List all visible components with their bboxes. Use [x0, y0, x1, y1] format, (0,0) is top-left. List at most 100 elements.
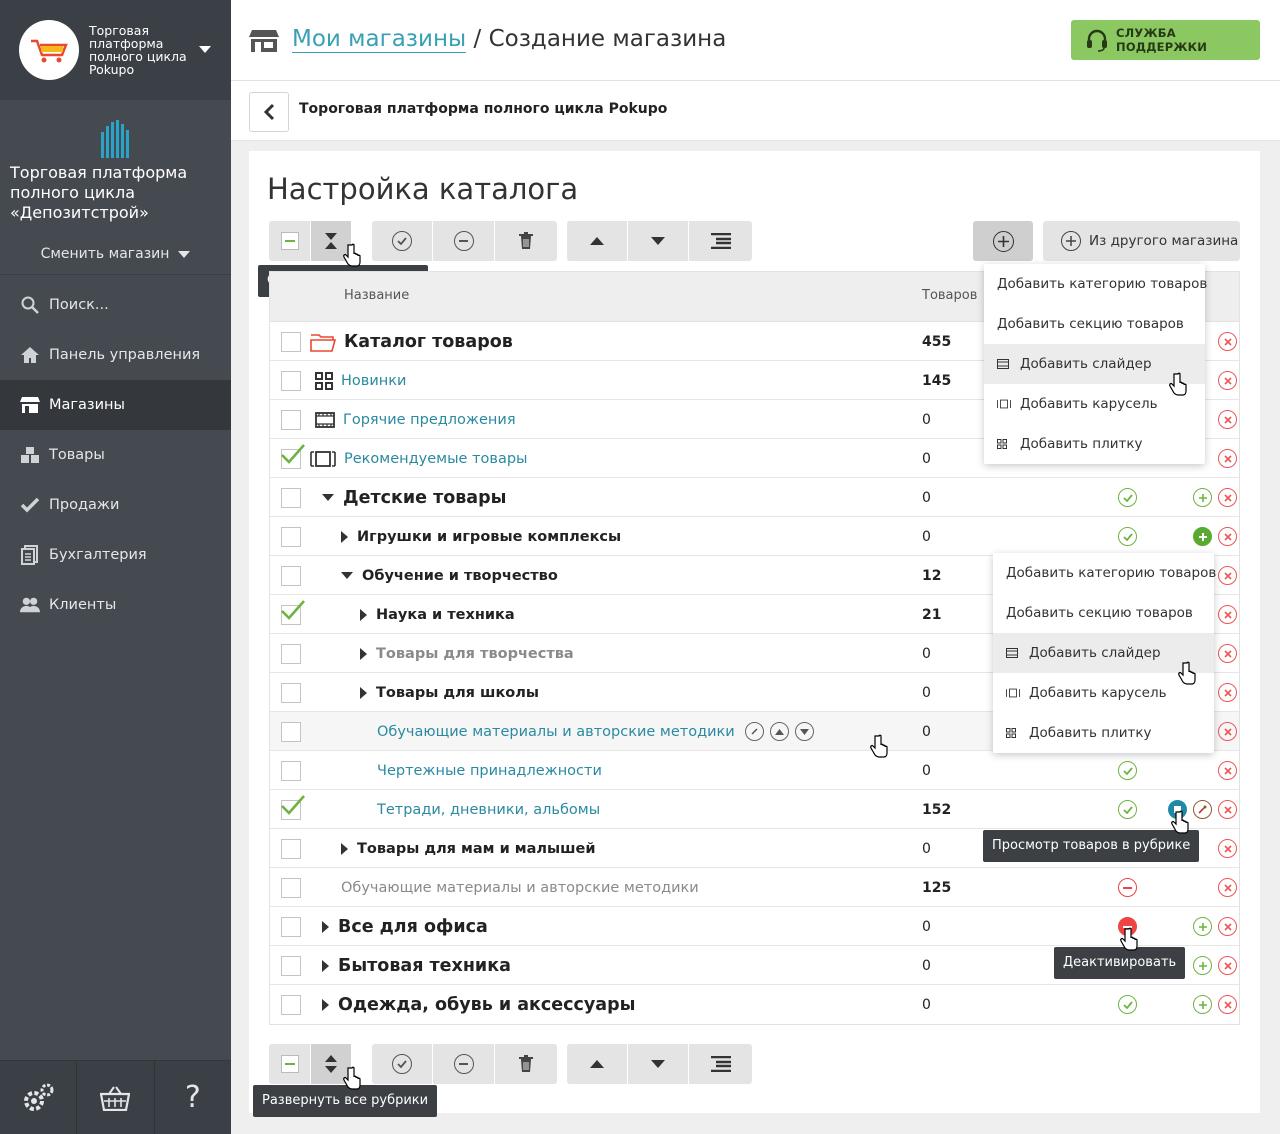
row-checkbox[interactable]: [281, 722, 301, 742]
table-row[interactable]: Детские товары 0: [270, 478, 1239, 517]
sidebar-item-sales[interactable]: Продажи: [0, 480, 231, 530]
row-name[interactable]: Новинки: [315, 361, 406, 400]
row-label[interactable]: Новинки: [341, 373, 406, 389]
view-goods-icon[interactable]: [1168, 800, 1187, 819]
sidebar-item-search[interactable]: Поиск...: [0, 280, 231, 330]
activate-button[interactable]: [372, 1044, 433, 1084]
select-all-button[interactable]: [269, 221, 311, 261]
close-icon[interactable]: [1218, 800, 1237, 819]
close-icon[interactable]: [1218, 956, 1237, 975]
move-down-button[interactable]: [628, 1044, 689, 1084]
collapse-all-button[interactable]: [311, 221, 351, 261]
row-checkbox[interactable]: [281, 371, 301, 391]
menu-item[interactable]: Добавить слайдер: [984, 344, 1205, 384]
caret-right-icon[interactable]: [360, 608, 367, 621]
delete-button[interactable]: [495, 1044, 557, 1084]
row-checkbox[interactable]: [281, 410, 301, 430]
close-icon[interactable]: [1218, 527, 1237, 546]
close-icon[interactable]: [1218, 761, 1237, 780]
activate-icon[interactable]: [1118, 527, 1137, 546]
chevron-down-icon[interactable]: [199, 46, 211, 53]
caret-right-icon[interactable]: [360, 647, 367, 660]
support-button[interactable]: СЛУЖБА ПОДДЕРЖКИ: [1071, 20, 1260, 60]
move-up-icon[interactable]: [769, 722, 789, 741]
close-icon[interactable]: [1218, 410, 1237, 429]
close-icon[interactable]: [1218, 878, 1237, 897]
row-checkbox[interactable]: [281, 683, 301, 703]
move-down-button[interactable]: [628, 221, 689, 261]
activate-icon[interactable]: [1118, 488, 1137, 507]
menu-item[interactable]: Добавить категорию товаров: [993, 553, 1216, 593]
menu-item[interactable]: Добавить плитку: [993, 713, 1214, 753]
back-button[interactable]: [249, 92, 289, 132]
edit-pencil-icon[interactable]: [744, 722, 764, 741]
activate-icon[interactable]: [1118, 761, 1137, 780]
activate-icon[interactable]: [1118, 800, 1137, 819]
menu-item[interactable]: Добавить плитку: [984, 424, 1205, 464]
sidebar-item-stores[interactable]: Магазины: [0, 380, 231, 430]
row-name[interactable]: Горячие предложения: [315, 400, 516, 439]
add-button[interactable]: [973, 221, 1033, 261]
row-checkbox[interactable]: [281, 332, 301, 352]
row-checkbox[interactable]: [281, 566, 301, 586]
close-icon[interactable]: [1218, 722, 1237, 741]
tree-button[interactable]: [689, 1044, 752, 1084]
row-checkbox[interactable]: [281, 956, 301, 976]
table-row[interactable]: Чертежные принадлежности 0: [270, 751, 1239, 790]
store-switcher[interactable]: Торговая платформа полного цикла Pokupo: [0, 0, 231, 100]
activate-icon[interactable]: [1118, 995, 1137, 1014]
caret-down-icon[interactable]: [341, 572, 353, 579]
row-checkbox[interactable]: [281, 839, 301, 859]
row-label[interactable]: Тетради, дневники, альбомы: [377, 802, 600, 818]
caret-right-icon[interactable]: [341, 842, 348, 855]
add-icon[interactable]: [1193, 995, 1212, 1014]
row-checkbox[interactable]: [281, 761, 301, 781]
row-checkbox[interactable]: [281, 644, 301, 664]
caret-down-icon[interactable]: [322, 494, 334, 501]
row-name[interactable]: Обучающие материалы и авторские методики: [377, 712, 814, 751]
menu-item[interactable]: Добавить карусель: [984, 384, 1205, 424]
deactivate-icon[interactable]: [1118, 878, 1137, 897]
deactivate-icon[interactable]: [1118, 917, 1137, 936]
move-up-button[interactable]: [567, 1044, 628, 1084]
row-checkbox[interactable]: [281, 995, 301, 1015]
activate-button[interactable]: [372, 221, 433, 261]
menu-item[interactable]: Добавить категорию товаров: [984, 264, 1207, 304]
caret-right-icon[interactable]: [360, 686, 367, 699]
sidebar-item-accounting[interactable]: Бухгалтерия: [0, 530, 231, 580]
expand-all-button[interactable]: [311, 1044, 351, 1084]
close-icon[interactable]: [1218, 449, 1237, 468]
row-checkbox[interactable]: [281, 527, 301, 547]
select-all-button[interactable]: [269, 1044, 311, 1084]
row-name[interactable]: Рекомендуемые товары: [310, 439, 527, 478]
deactivate-button[interactable]: [433, 221, 495, 261]
table-row[interactable]: Обучающие материалы и авторские методики…: [270, 868, 1239, 907]
close-icon[interactable]: [1218, 566, 1237, 585]
row-label[interactable]: Рекомендуемые товары: [344, 451, 527, 467]
close-icon[interactable]: [1218, 839, 1237, 858]
help-icon[interactable]: ?: [155, 1061, 231, 1134]
delete-button[interactable]: [495, 221, 557, 261]
table-row[interactable]: Тетради, дневники, альбомы 152: [270, 790, 1239, 829]
row-label[interactable]: Обучающие материалы и авторские методики: [377, 724, 735, 740]
close-icon[interactable]: [1218, 371, 1237, 390]
close-icon[interactable]: [1218, 332, 1237, 351]
col-name-header[interactable]: Название: [344, 288, 409, 303]
add-icon[interactable]: [1193, 488, 1212, 507]
caret-right-icon[interactable]: [322, 959, 329, 972]
caret-right-icon[interactable]: [322, 920, 329, 933]
close-icon[interactable]: [1218, 683, 1237, 702]
row-checkbox[interactable]: [281, 917, 301, 937]
add-icon[interactable]: [1193, 527, 1212, 546]
move-down-icon[interactable]: [794, 722, 814, 741]
row-checkbox[interactable]: [281, 488, 301, 508]
row-checkbox[interactable]: [281, 878, 301, 898]
caret-right-icon[interactable]: [322, 998, 329, 1011]
change-store-link[interactable]: Сменить магазин: [0, 246, 231, 262]
row-label[interactable]: Горячие предложения: [343, 412, 516, 428]
table-row[interactable]: Одежда, обувь и аксессуары 0: [270, 985, 1239, 1024]
close-icon[interactable]: [1218, 917, 1237, 936]
breadcrumb-my-stores-link[interactable]: Мои магазины: [292, 26, 467, 53]
table-row[interactable]: Все для офиса 0: [270, 907, 1239, 946]
menu-item[interactable]: Добавить слайдер: [993, 633, 1214, 673]
